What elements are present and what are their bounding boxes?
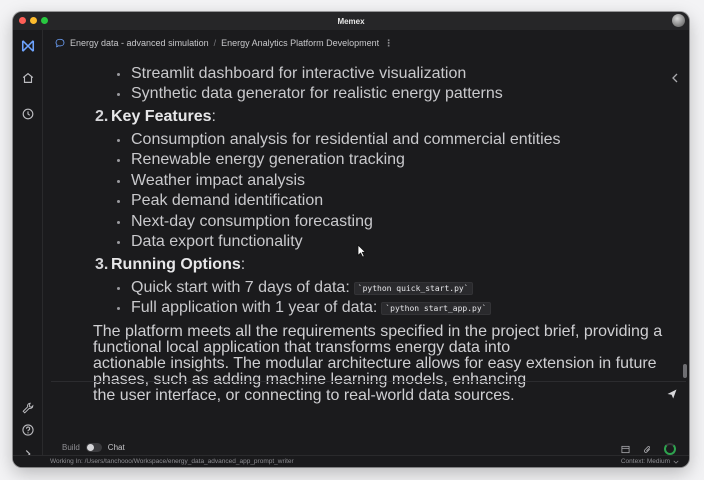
attach-icon[interactable] [642, 444, 652, 454]
app-window: Memex Energy data - advanced simulation [13, 12, 689, 467]
chevron-down-icon [673, 460, 679, 464]
sidebar [13, 30, 43, 467]
list-item: Next-day consumption forecasting [117, 213, 373, 231]
breadcrumb-conversation[interactable]: Energy Analytics Platform Development [221, 38, 379, 48]
inline-code: `python quick_start.py` [353, 281, 473, 295]
window-controls [19, 17, 48, 24]
wrench-icon[interactable] [20, 400, 36, 416]
context-usage-indicator[interactable] [664, 443, 676, 455]
history-icon[interactable] [20, 106, 36, 122]
list-item: Full application with 1 year of data: `py… [117, 299, 491, 317]
status-bar: Working In: /Users/tanchooo/Workspace/en… [13, 455, 689, 467]
breadcrumb-project[interactable]: Energy data - advanced simulation [70, 38, 209, 48]
send-icon [667, 389, 677, 399]
context-selector[interactable]: Context: Medium [621, 458, 679, 465]
composer-tools [620, 443, 676, 455]
list-item: Peak demand identification [117, 192, 323, 210]
section-heading: 2. Key Features: [95, 108, 216, 125]
composer: Build Chat [51, 381, 686, 464]
list-item: Synthetic data generator for realistic e… [117, 85, 503, 103]
app-title: Memex [337, 16, 365, 26]
mode-toggle-row: Build Chat [62, 443, 125, 452]
mode-toggle[interactable] [85, 443, 102, 452]
send-button[interactable] [666, 387, 680, 401]
chevron-left-icon [672, 73, 678, 83]
main-panel: Energy data - advanced simulation / Ener… [43, 30, 689, 455]
breadcrumb: Energy data - advanced simulation / Ener… [55, 36, 393, 50]
collapse-panel-button[interactable] [671, 70, 681, 84]
section-heading: 3. Running Options: [95, 256, 246, 273]
list-item: Weather impact analysis [117, 172, 305, 190]
memex-logo-icon[interactable] [20, 38, 36, 54]
working-directory: Working In: /Users/tanchooo/Workspace/en… [50, 458, 294, 465]
home-icon[interactable] [20, 70, 36, 86]
mouse-cursor-icon [357, 244, 366, 258]
title-bar: Memex [13, 12, 689, 30]
scrollbar[interactable] [683, 364, 687, 378]
list-item: Streamlit dashboard for interactive visu… [117, 65, 466, 83]
breadcrumb-separator: / [213, 38, 217, 48]
help-icon[interactable] [20, 422, 36, 438]
calendar-icon[interactable] [620, 444, 630, 454]
message-input[interactable] [57, 386, 647, 430]
list-item: Data export functionality [117, 233, 303, 251]
more-options-button[interactable]: ⋮ [384, 38, 393, 49]
inline-code: `python start_app.py` [381, 301, 491, 315]
list-item: Renewable energy generation tracking [117, 151, 405, 169]
close-window-button[interactable] [19, 17, 26, 24]
chat-mode-label: Chat [107, 443, 125, 452]
minimize-window-button[interactable] [30, 17, 37, 24]
avatar[interactable] [672, 14, 685, 27]
list-item: Quick start with 7 days of data: `python … [117, 279, 473, 297]
zoom-window-button[interactable] [41, 17, 48, 24]
chat-bubble-icon [55, 38, 65, 48]
list-item: Consumption analysis for residential and… [117, 131, 561, 149]
build-mode-label: Build [62, 443, 80, 452]
